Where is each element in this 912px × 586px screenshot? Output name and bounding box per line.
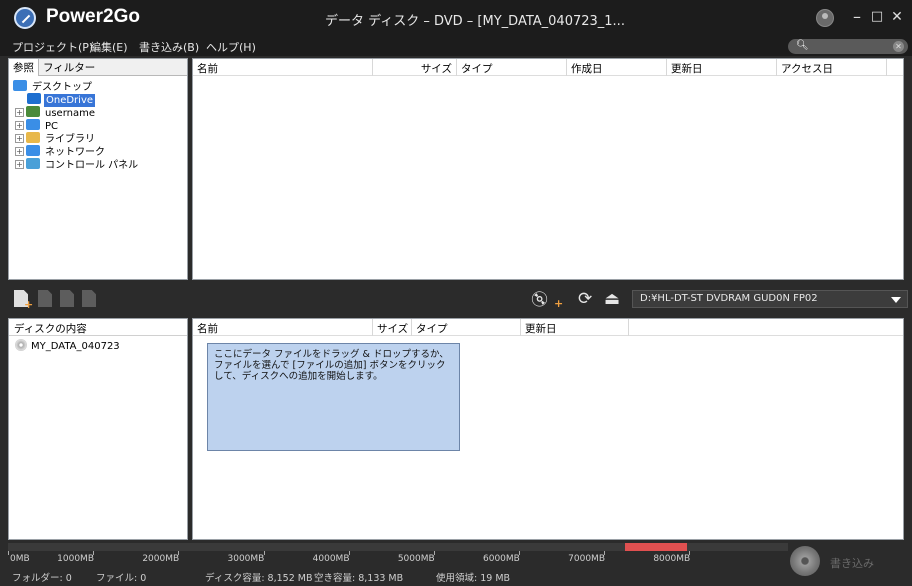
capacity-tick <box>8 551 9 555</box>
capacity-tick-label: 7000MB <box>568 554 605 564</box>
capacity-tick-label: 4000MB <box>312 554 350 564</box>
user-icon <box>26 106 40 117</box>
tree-item[interactable]: + ネットワーク <box>15 145 107 158</box>
new-folder-icon[interactable] <box>60 290 74 307</box>
tree-item[interactable]: + ライブラリ <box>15 132 97 145</box>
close-button[interactable]: ✕ <box>886 6 908 28</box>
burn-disc-icon <box>790 546 820 576</box>
column-modified[interactable]: 更新日 <box>667 59 777 76</box>
disc-contents-panel: ディスクの内容 MY_DATA_040723 <box>8 318 188 540</box>
capacity-tick-label: 5000MB <box>397 554 435 564</box>
disc-name: MY_DATA_040723 <box>31 341 120 352</box>
title-bar: Power2Go データ ディスク – DVD – [MY_DATA_04072… <box>0 0 912 36</box>
tree-item[interactable]: デスクトップ <box>13 80 94 93</box>
status-bar: フォルダー: 0 ファイル: 0 ディスク容量: 8,152 MB 空き容量: … <box>0 568 790 584</box>
capacity-tick-label: 1000MB <box>57 554 94 564</box>
refresh-icon[interactable]: ⟳ <box>578 290 592 308</box>
tab-filter[interactable]: フィルター <box>39 59 99 76</box>
status-folders: フォルダー: 0 <box>12 573 72 584</box>
burn-label: 書き込み <box>830 557 874 570</box>
tree-item-label: コントロール パネル <box>45 160 139 171</box>
status-disc-capacity: ディスク容量: 8,152 MB <box>205 573 313 584</box>
search-icon: 🔍︎ <box>796 40 809 51</box>
expand-icon[interactable]: + <box>15 160 24 169</box>
expand-icon[interactable]: + <box>15 121 24 130</box>
maximize-button[interactable]: □ <box>866 6 888 28</box>
disc-column-size[interactable]: サイズ <box>373 319 411 336</box>
disc-toolbar: + 💿︎ + ⟳ ⏏ D:¥HL-DT-ST DVDRAM GUD0N FP02 <box>0 284 912 314</box>
window-title: データ ディスク – DVD – [MY_DATA_040723_1... <box>325 14 625 29</box>
capacity-tick-label: 2000MB <box>142 554 180 564</box>
eject-icon[interactable]: ⏏ <box>604 290 620 308</box>
status-free-space: 空き容量: 8,133 MB <box>314 573 404 584</box>
tree-item[interactable]: + username <box>15 106 97 119</box>
minimize-button[interactable]: – <box>846 6 868 28</box>
rename-file-icon[interactable] <box>82 290 96 307</box>
status-files: ファイル: 0 <box>96 573 147 584</box>
network-icon <box>26 145 40 156</box>
column-name[interactable]: 名前 <box>193 59 373 76</box>
disc-settings-icon[interactable]: 💿︎ <box>530 290 549 308</box>
menu-project[interactable]: プロジェクト(P) <box>12 39 93 55</box>
menu-edit[interactable]: 編集(E) <box>90 39 128 55</box>
expand-icon[interactable]: + <box>15 147 24 156</box>
menu-help[interactable]: ヘルプ(H) <box>206 39 256 55</box>
drop-hint: ここにデータ ファイルをドラッグ & ドロップするか、ファイルを選んで [ファイ… <box>207 343 460 451</box>
tree-item[interactable]: + コントロール パネル <box>15 158 140 171</box>
column-created[interactable]: 作成日 <box>567 59 667 76</box>
capacity-bar <box>8 543 788 551</box>
drive-select-value: D:¥HL-DT-ST DVDRAM GUD0N FP02 <box>640 293 818 304</box>
chevron-down-icon <box>891 297 901 303</box>
column-type[interactable]: タイプ <box>457 59 567 76</box>
burn-button[interactable]: 書き込み <box>790 546 908 580</box>
capacity-tick-label: 8000MB <box>653 554 691 564</box>
capacity-tick-label: 3000MB <box>227 554 265 564</box>
disc-column-name[interactable]: 名前 <box>193 319 373 336</box>
app-name: Power2Go <box>46 6 140 27</box>
capacity-tick-label: 0MB <box>10 554 30 564</box>
control-panel-icon <box>26 158 40 169</box>
desktop-icon <box>13 80 27 91</box>
capacity-overflow-zone <box>625 543 688 551</box>
browse-panel: 参照 フィルター デスクトップ OneDrive + username + PC + ライブラ… <box>8 58 188 280</box>
disc-list-header: 名前 サイズ タイプ 更新日 <box>193 319 903 336</box>
disc-icon <box>15 339 27 351</box>
tree-item[interactable]: + PC <box>15 119 60 132</box>
clear-search-icon[interactable]: ✕ <box>893 41 904 52</box>
column-size[interactable]: サイズ <box>373 59 457 76</box>
disc-column-modified[interactable]: 更新日 <box>521 319 629 336</box>
expand-icon[interactable]: + <box>15 108 24 117</box>
disc-item[interactable]: MY_DATA_040723 <box>15 339 120 352</box>
disc-column-type[interactable]: タイプ <box>411 319 521 336</box>
file-browser-list: 名前 サイズ タイプ 作成日 更新日 アクセス日 <box>192 58 904 280</box>
menu-bar: プロジェクト(P) 編集(E) 書き込み(B) ヘルプ(H) 🔍︎ ✕ <box>0 36 912 56</box>
drive-select[interactable]: D:¥HL-DT-ST DVDRAM GUD0N FP02 <box>632 290 908 308</box>
disc-add-icon: + <box>554 297 564 310</box>
power2go-logo-icon <box>14 7 36 29</box>
disc-contents-header: ディスクの内容 <box>9 319 187 336</box>
pc-icon <box>26 119 40 130</box>
cloud-icon <box>27 93 41 104</box>
remove-file-icon[interactable] <box>38 290 52 307</box>
library-icon <box>26 132 40 143</box>
status-used-space: 使用領域: 19 MB <box>436 573 511 584</box>
account-icon[interactable] <box>816 9 834 27</box>
add-plus-icon: + <box>24 298 34 311</box>
browse-tabs: 参照 フィルター <box>9 59 187 76</box>
disc-file-list: 名前 サイズ タイプ 更新日 ここにデータ ファイルをドラッグ & ドロップする… <box>192 318 904 540</box>
tab-browse[interactable]: 参照 <box>9 59 39 76</box>
file-list-header: 名前 サイズ タイプ 作成日 更新日 アクセス日 <box>193 59 903 76</box>
menu-burn[interactable]: 書き込み(B) <box>139 39 199 55</box>
search-input[interactable]: 🔍︎ ✕ <box>788 39 908 54</box>
capacity-tick-label: 6000MB <box>483 554 520 564</box>
column-accessed[interactable]: アクセス日 <box>777 59 887 76</box>
tree-item[interactable]: OneDrive <box>27 93 96 107</box>
expand-icon[interactable]: + <box>15 134 24 143</box>
